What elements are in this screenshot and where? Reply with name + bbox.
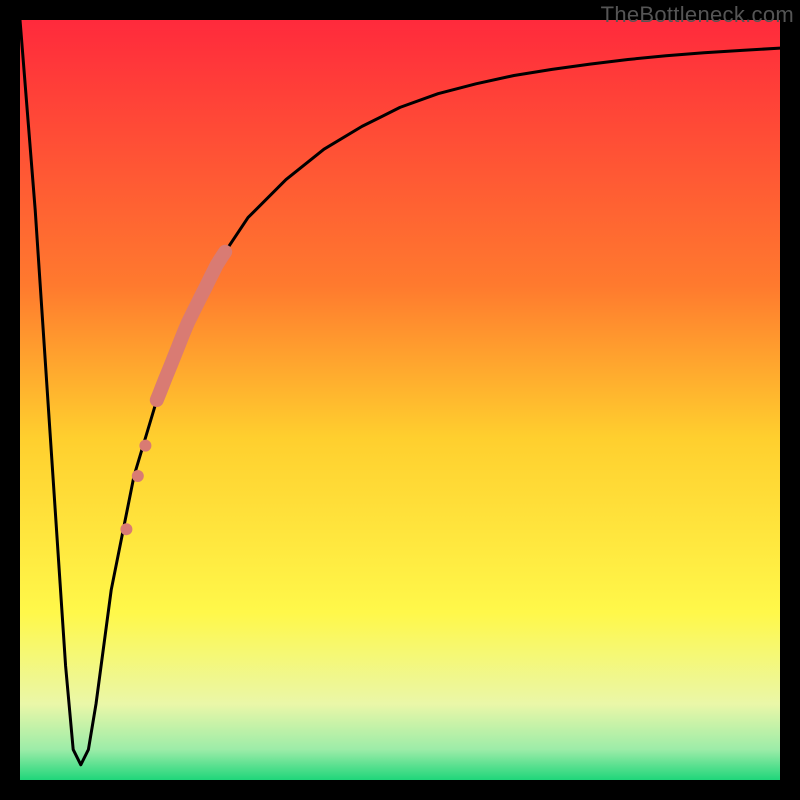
- gradient-bg: [20, 20, 780, 780]
- dot-1: [139, 440, 151, 452]
- dot-2: [132, 470, 144, 482]
- watermark-text: TheBottleneck.com: [601, 2, 794, 28]
- bottleneck-chart: [20, 20, 780, 780]
- dot-3: [120, 523, 132, 535]
